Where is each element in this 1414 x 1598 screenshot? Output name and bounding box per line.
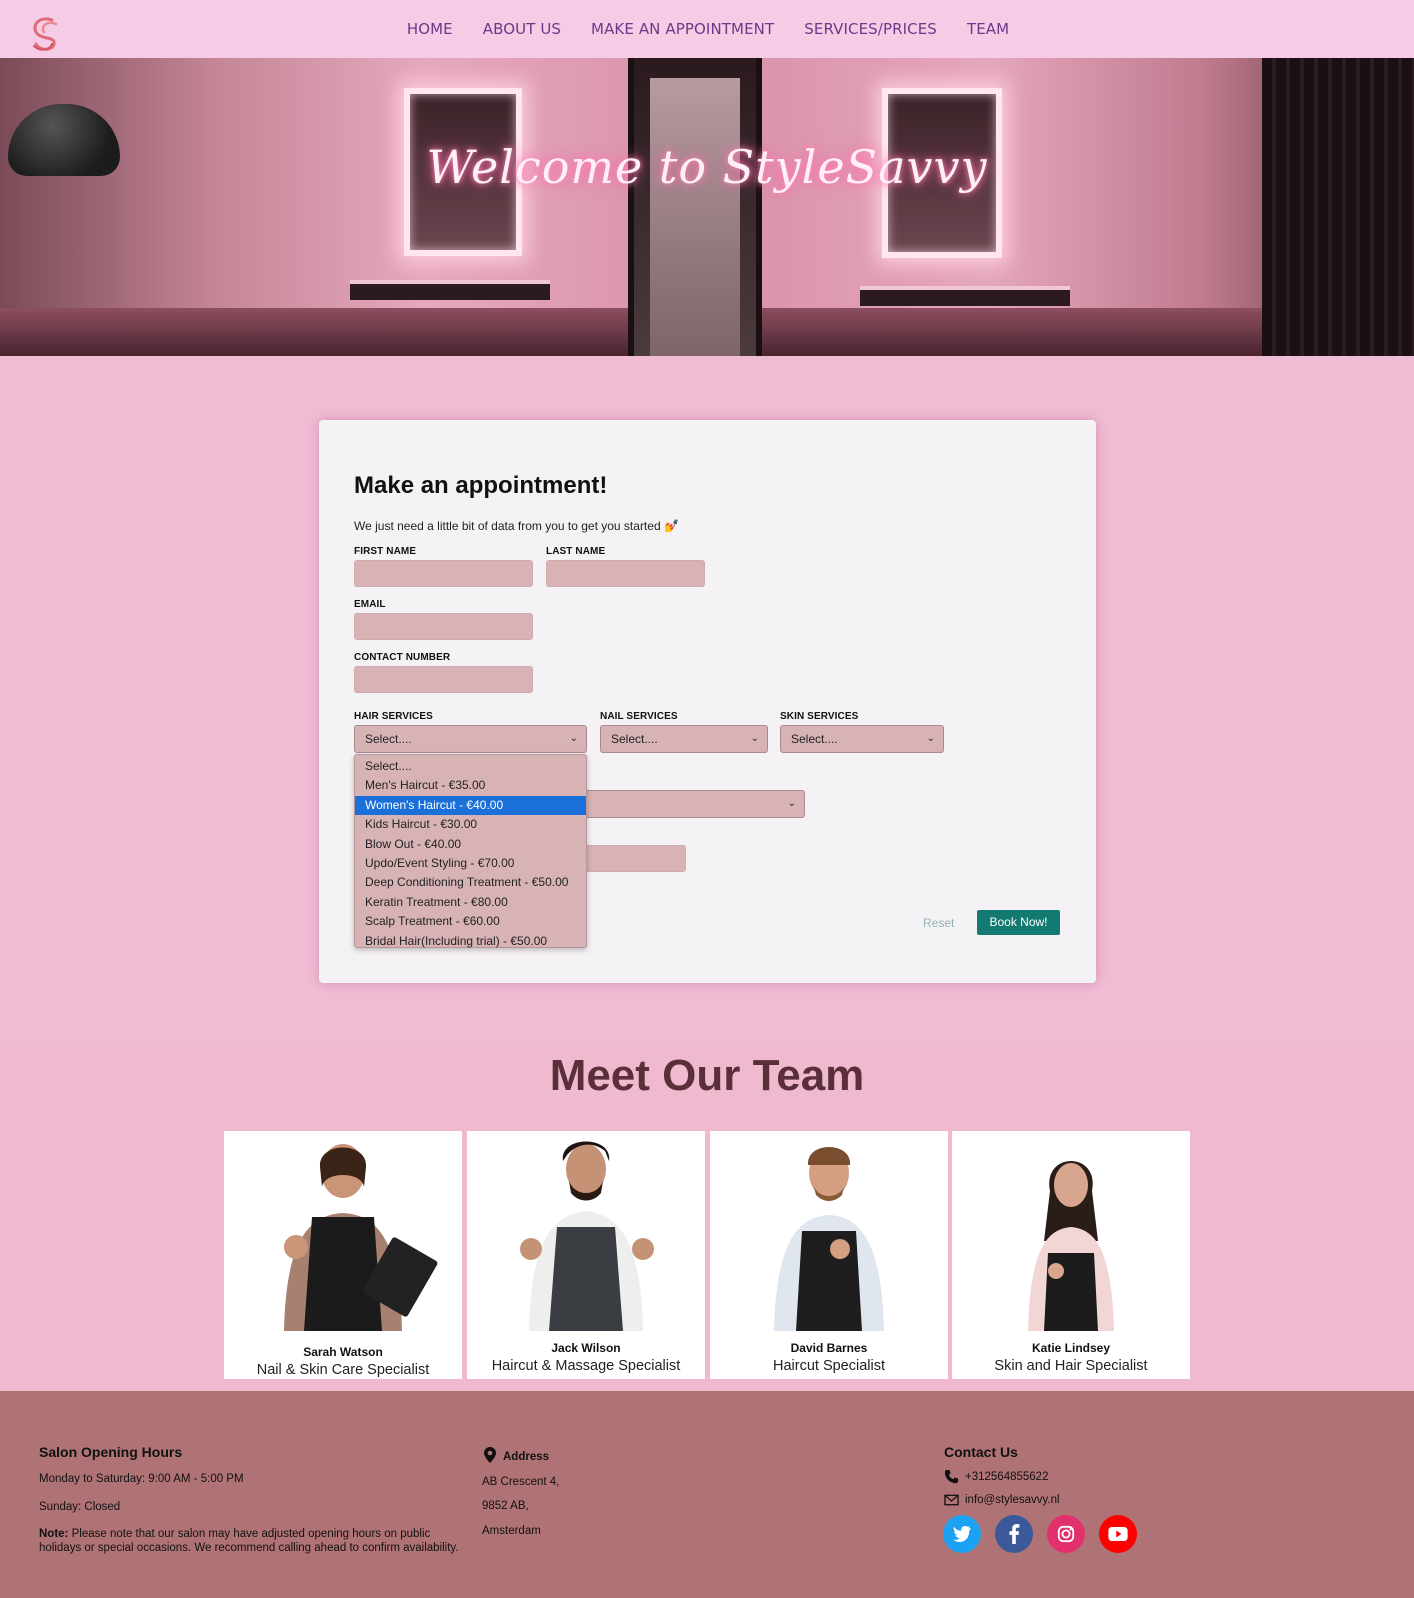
nail-services-value: Select....	[611, 732, 658, 746]
hair-services-select[interactable]: Select.... ⌄	[354, 725, 587, 753]
last-name-input[interactable]	[546, 560, 705, 587]
contact-email[interactable]: info@stylesavvy.nl	[965, 1494, 1060, 1506]
dropdown-option[interactable]: Scalp Treatment - €60.00	[355, 912, 586, 931]
form-title: Make an appointment!	[354, 472, 608, 499]
team-member-role: Haircut & Massage Specialist	[491, 1358, 681, 1374]
team-member-name: Sarah Watson	[303, 1345, 383, 1359]
hair-services-value: Select....	[365, 732, 412, 746]
instagram-icon[interactable]	[1047, 1515, 1085, 1553]
right-counter	[860, 286, 1070, 306]
team-member-name: David Barnes	[790, 1341, 868, 1355]
left-counter	[350, 280, 550, 300]
twitter-icon[interactable]	[943, 1515, 981, 1553]
team-member-role: Haircut Specialist	[772, 1358, 885, 1374]
youtube-icon[interactable]	[1099, 1515, 1137, 1553]
skin-services-label: SKIN SERVICES	[780, 711, 859, 722]
facebook-icon[interactable]	[995, 1515, 1033, 1553]
contact-title: Contact Us	[944, 1444, 1018, 1460]
first-name-input[interactable]	[354, 560, 533, 587]
footer	[0, 1391, 1414, 1598]
team-member-photo	[774, 1147, 884, 1331]
hero-banner: Welcome to StyleSavvy	[0, 58, 1414, 356]
dropdown-option[interactable]: Deep Conditioning Treatment - €50.00	[355, 873, 586, 892]
nav-make-appointment[interactable]: MAKE AN APPOINTMENT	[591, 20, 774, 38]
nav-home[interactable]: HOME	[407, 20, 453, 38]
nav-team[interactable]: TEAM	[967, 20, 1009, 38]
dropdown-option[interactable]: Men's Haircut - €35.00	[355, 776, 586, 795]
appointment-form-card: Make an appointment! We just need a litt…	[319, 420, 1096, 983]
hours-weekdays: Monday to Saturday: 9:00 AM - 5:00 PM	[39, 1473, 244, 1485]
team-member-photo	[520, 1141, 654, 1331]
email-input[interactable]	[354, 613, 533, 640]
dropdown-option[interactable]: Keratin Treatment - €80.00	[355, 893, 586, 912]
team-card: Jack Wilson Haircut & Massage Specialist	[467, 1131, 705, 1379]
chevron-down-icon: ⌄	[750, 733, 759, 744]
team-card: David Barnes Haircut Specialist	[710, 1131, 948, 1379]
nav-links: HOME ABOUT US MAKE AN APPOINTMENT SERVIC…	[0, 0, 1414, 58]
email-label: EMAIL	[354, 599, 386, 610]
mail-icon	[944, 1494, 959, 1506]
last-name-label: LAST NAME	[546, 546, 606, 557]
form-subtitle: We just need a little bit of data from y…	[354, 519, 679, 533]
team-card: Sarah Watson Nail & Skin Care Specialist	[224, 1131, 462, 1379]
dropdown-option[interactable]: Updo/Event Styling - €70.00	[355, 854, 586, 873]
team-member-name: Jack Wilson	[551, 1341, 621, 1355]
location-pin-icon	[484, 1447, 496, 1463]
chevron-down-icon: ⌄	[569, 733, 578, 744]
hair-services-dropdown: Select.... Men's Haircut - €35.00 Women'…	[354, 754, 587, 948]
team-member-role: Nail & Skin Care Specialist	[256, 1362, 430, 1378]
top-nav: HOME ABOUT US MAKE AN APPOINTMENT SERVIC…	[0, 0, 1414, 58]
team-member-photo	[284, 1144, 438, 1331]
contact-number-input[interactable]	[354, 666, 533, 693]
hair-services-label: HAIR SERVICES	[354, 711, 433, 722]
right-wall	[1262, 58, 1414, 356]
phone-icon	[944, 1469, 959, 1484]
address-line: AB Crescent 4,	[482, 1476, 560, 1488]
chevron-down-icon: ⌄	[926, 733, 935, 744]
dropdown-option[interactable]: Bridal Hair(Including trial) - €50.00	[355, 932, 586, 951]
hero-title: Welcome to StyleSavvy	[426, 140, 988, 194]
team-title: Meet Our Team	[549, 1051, 865, 1100]
reset-button[interactable]: Reset	[923, 916, 954, 930]
team-card: Katie Lindsey Skin and Hair Specialist	[952, 1131, 1190, 1379]
nail-services-label: NAIL SERVICES	[600, 711, 678, 722]
team-member-photo	[1028, 1161, 1114, 1331]
dropdown-option[interactable]: Select....	[355, 757, 586, 776]
nav-services-prices[interactable]: SERVICES/PRICES	[804, 20, 937, 38]
note-label: Note:	[39, 1528, 69, 1540]
book-now-button[interactable]: Book Now!	[977, 910, 1060, 935]
hours-sunday: Sunday: Closed	[39, 1501, 121, 1513]
chevron-down-icon: ⌄	[787, 798, 796, 809]
address-title: Address	[503, 1451, 550, 1463]
address-line: 9852 AB,	[482, 1500, 529, 1512]
dropdown-option[interactable]: Kids Haircut - €30.00	[355, 815, 586, 834]
hours-note: Note: Please note that our salon may hav…	[39, 1527, 464, 1555]
nail-services-select[interactable]: Select.... ⌄	[600, 725, 768, 753]
center-doorway	[628, 58, 762, 356]
hours-title: Salon Opening Hours	[39, 1444, 183, 1460]
skin-services-value: Select....	[791, 732, 838, 746]
team-member-role: Skin and Hair Specialist	[994, 1358, 1148, 1374]
note-text: Please note that our salon may have adju…	[39, 1528, 459, 1554]
contact-number-label: CONTACT NUMBER	[354, 652, 451, 663]
dropdown-option-highlighted[interactable]: Women's Haircut - €40.00	[355, 795, 586, 816]
first-name-label: FIRST NAME	[354, 546, 417, 557]
contact-phone[interactable]: +312564855622	[965, 1471, 1048, 1483]
skin-services-select[interactable]: Select.... ⌄	[780, 725, 944, 753]
dropdown-option[interactable]: Blow Out - €40.00	[355, 835, 586, 854]
address-line: Amsterdam	[482, 1525, 541, 1537]
nav-about-us[interactable]: ABOUT US	[483, 20, 561, 38]
team-member-name: Katie Lindsey	[1031, 1341, 1111, 1355]
